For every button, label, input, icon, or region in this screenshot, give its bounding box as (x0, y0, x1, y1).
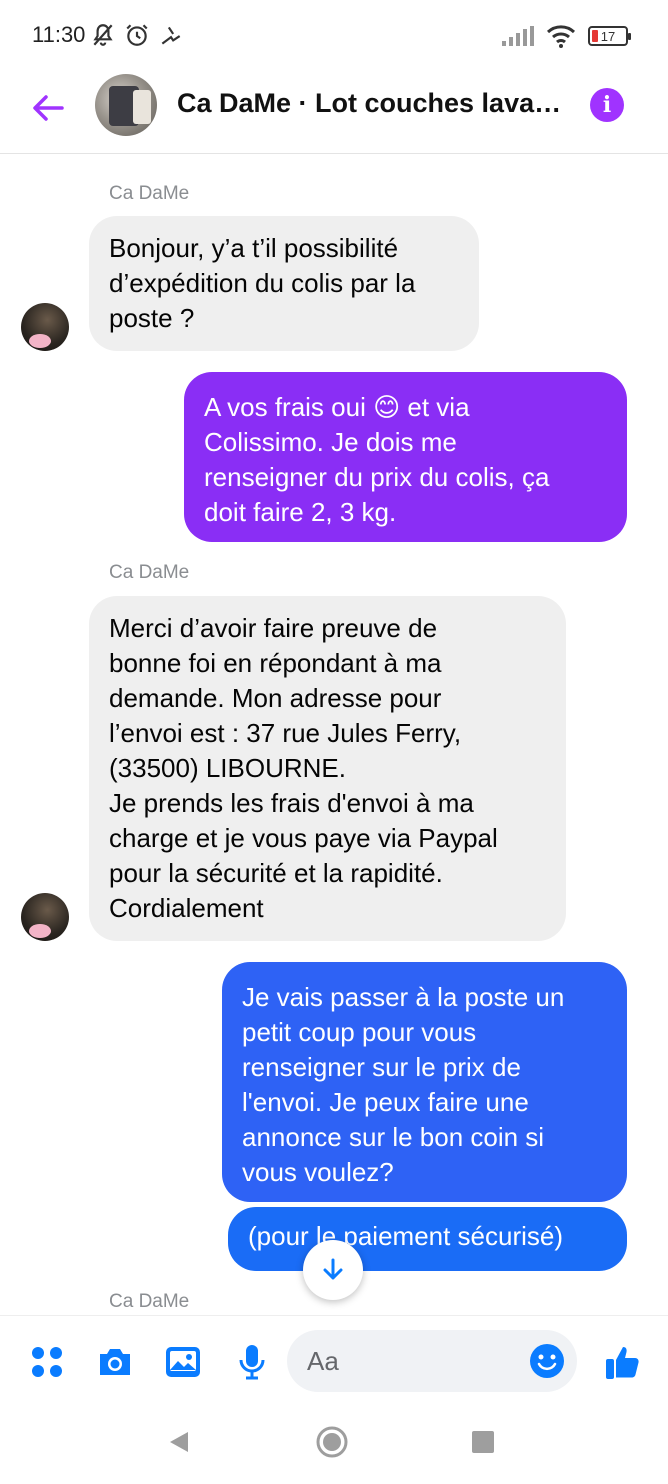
nav-home-icon[interactable] (315, 1425, 349, 1459)
message-bubble-outgoing[interactable]: (pour le paiement sécurisé) (228, 1207, 627, 1271)
message-input[interactable]: Aa (287, 1330, 577, 1392)
conversation-header: Ca DaMe · Lot couches lava… i (0, 70, 668, 154)
system-navigation-bar (0, 1407, 668, 1484)
back-arrow-icon[interactable] (28, 88, 68, 128)
alarm-icon (126, 24, 148, 46)
signal-icon (502, 26, 534, 46)
sender-name: Ca DaMe (109, 562, 190, 583)
status-system-icons: 17 (502, 24, 631, 48)
nav-recents-icon[interactable] (472, 1431, 494, 1453)
message-text: Bonjour, y’a t’il possibilité d’expéditi… (109, 233, 416, 333)
sender-avatar[interactable] (21, 893, 69, 941)
message-bubble-incoming[interactable]: Bonjour, y’a t’il possibilité d’expéditi… (89, 216, 479, 351)
emoji-icon[interactable] (529, 1343, 565, 1379)
bell-muted-icon (93, 24, 113, 46)
gallery-icon[interactable] (163, 1342, 203, 1382)
conversation-title[interactable]: Ca DaMe · Lot couches lava… (177, 88, 567, 119)
arrow-down-icon (323, 1258, 343, 1280)
scroll-to-bottom-button[interactable] (303, 1240, 363, 1300)
status-time: 11:30 (32, 22, 86, 47)
contact-avatar[interactable] (95, 74, 157, 136)
wifi-icon (546, 25, 576, 48)
message-text: Je vais passer à la poste un petit coup … (242, 982, 565, 1187)
message-input-placeholder: Aa (307, 1346, 339, 1376)
sender-name: Ca DaMe (109, 183, 190, 204)
battery-level: 17 (600, 28, 616, 44)
microphone-icon[interactable] (232, 1342, 272, 1382)
message-bubble-outgoing[interactable]: Je vais passer à la poste un petit coup … (222, 962, 627, 1202)
message-text: Merci d’avoir faire preuve de bonne foi … (109, 613, 498, 923)
camera-icon[interactable] (95, 1342, 135, 1382)
sender-name: Ca DaMe (109, 1291, 190, 1312)
thumbs-up-icon[interactable] (603, 1342, 643, 1382)
info-icon[interactable]: i (590, 88, 624, 122)
message-text: A vos frais oui 😊 et via Colissimo. Je d… (204, 392, 550, 527)
menu-dots-icon[interactable] (27, 1342, 67, 1382)
message-composer: Aa (0, 1315, 668, 1407)
message-text: (pour le paiement sécurisé) (248, 1221, 564, 1251)
status-notification-icons (90, 22, 184, 48)
battery-icon: 17 (588, 26, 631, 46)
nav-back-icon[interactable] (166, 1429, 192, 1455)
activity-icon (161, 26, 181, 45)
message-bubble-outgoing[interactable]: A vos frais oui 😊 et via Colissimo. Je d… (184, 372, 627, 542)
message-bubble-incoming[interactable]: Merci d’avoir faire preuve de bonne foi … (89, 596, 566, 941)
sender-avatar[interactable] (21, 303, 69, 351)
status-bar: 11:30 17 (0, 0, 668, 70)
